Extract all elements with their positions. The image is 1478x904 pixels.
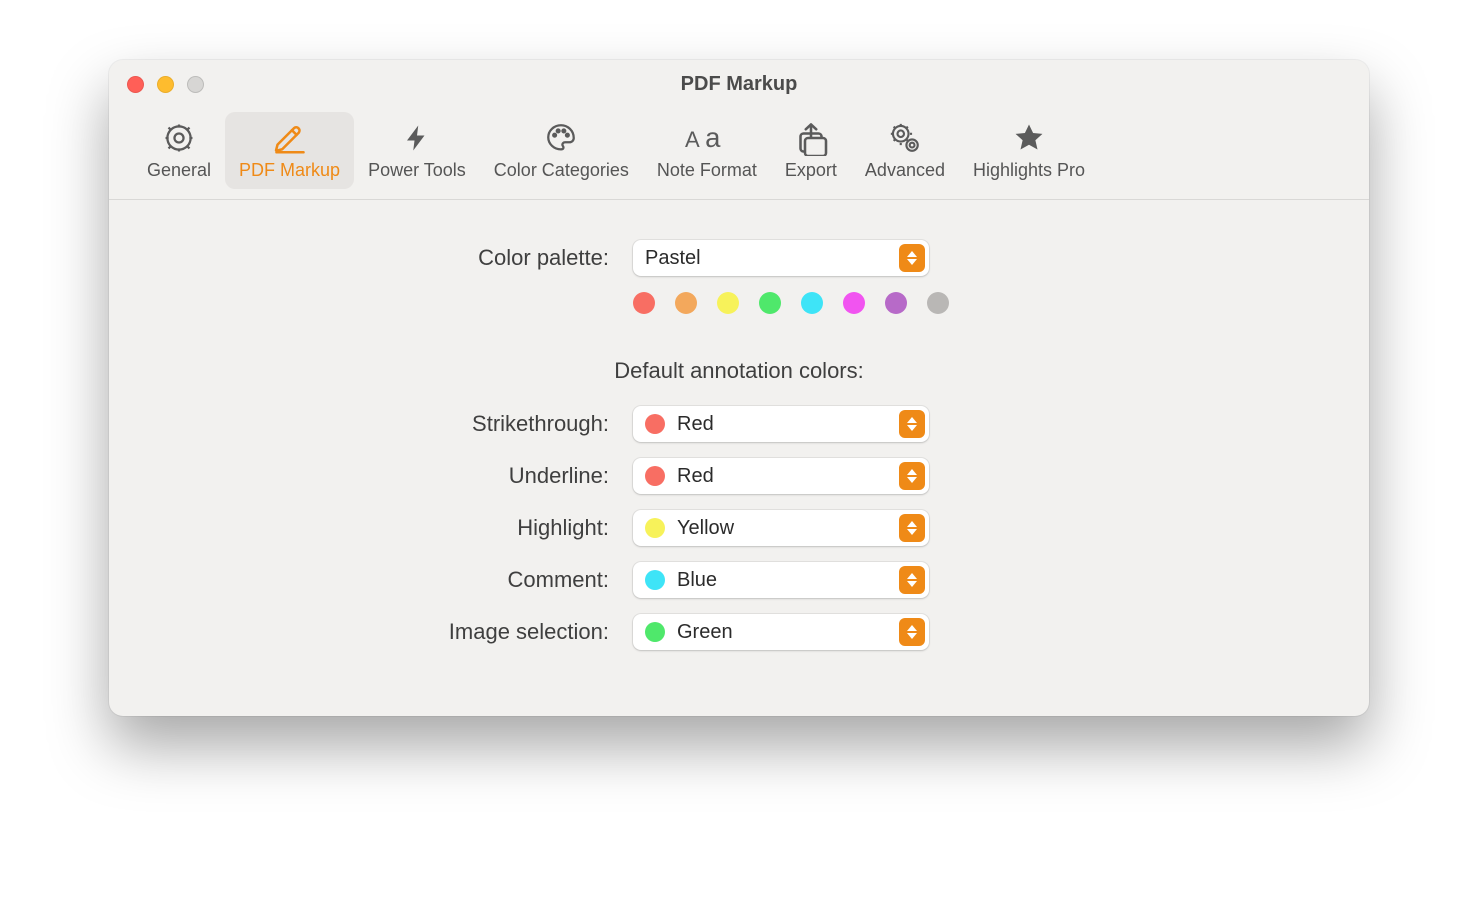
image-selection-dropdown[interactable]: Green: [633, 614, 929, 650]
color-palette-dropdown[interactable]: Pastel: [633, 240, 929, 276]
minimize-window-button[interactable]: [157, 76, 174, 93]
comment-label: Comment:: [149, 567, 609, 593]
strikethrough-value: Red: [677, 413, 899, 436]
titlebar: PDF Markup: [109, 60, 1369, 108]
tab-color-categories-label: Color Categories: [494, 160, 629, 181]
image-selection-row: Image selection: Green: [149, 614, 1329, 650]
export-icon: [793, 118, 829, 158]
palette-swatch: [801, 292, 823, 314]
text-format-icon: A a: [685, 118, 729, 158]
palette-swatch: [675, 292, 697, 314]
default-colors-heading: Default annotation colors:: [149, 358, 1329, 384]
highlight-value: Yellow: [677, 517, 899, 540]
tab-pdf-markup-label: PDF Markup: [239, 160, 340, 181]
color-palette-value: Pastel: [645, 247, 899, 270]
zoom-window-button[interactable]: [187, 76, 204, 93]
window-controls: [127, 76, 204, 93]
dropdown-stepper-icon: [899, 462, 925, 490]
color-palette-row: Color palette: Pastel: [149, 240, 1329, 276]
tab-pdf-markup[interactable]: PDF Markup: [225, 112, 354, 189]
highlight-dropdown[interactable]: Yellow: [633, 510, 929, 546]
strikethrough-row: Strikethrough: Red: [149, 406, 1329, 442]
close-window-button[interactable]: [127, 76, 144, 93]
underline-value: Red: [677, 465, 899, 488]
tab-power-tools-label: Power Tools: [368, 160, 466, 181]
tab-advanced-label: Advanced: [865, 160, 945, 181]
gear-icon: [162, 118, 196, 158]
palette-swatch: [885, 292, 907, 314]
content-area: Color palette: Pastel Default annotation…: [109, 200, 1369, 716]
palette-icon: [541, 118, 581, 158]
dropdown-stepper-icon: [899, 410, 925, 438]
gears-icon: [885, 118, 925, 158]
tab-general[interactable]: General: [133, 112, 225, 189]
dropdown-stepper-icon: [899, 618, 925, 646]
underline-row: Underline: Red: [149, 458, 1329, 494]
strikethrough-label: Strikethrough:: [149, 411, 609, 437]
tab-power-tools[interactable]: Power Tools: [354, 112, 480, 189]
comment-value: Blue: [677, 569, 899, 592]
image-selection-value: Green: [677, 621, 899, 644]
palette-swatch: [843, 292, 865, 314]
strikethrough-dropdown[interactable]: Red: [633, 406, 929, 442]
dropdown-stepper-icon: [899, 566, 925, 594]
color-swatch-icon: [645, 570, 665, 590]
tab-note-format-label: Note Format: [657, 160, 757, 181]
color-palette-label: Color palette:: [149, 245, 609, 271]
tab-export-label: Export: [785, 160, 837, 181]
preferences-window: PDF Markup General PDF Markup: [109, 60, 1369, 716]
tab-color-categories[interactable]: Color Categories: [480, 112, 643, 189]
star-icon: [1011, 118, 1047, 158]
palette-swatches: [633, 292, 1329, 314]
tab-highlights-pro-label: Highlights Pro: [973, 160, 1085, 181]
color-swatch-icon: [645, 466, 665, 486]
color-swatch-icon: [645, 518, 665, 538]
bolt-icon: [402, 118, 432, 158]
tab-highlights-pro[interactable]: Highlights Pro: [959, 112, 1099, 189]
palette-swatch: [633, 292, 655, 314]
highlight-row: Highlight: Yellow: [149, 510, 1329, 546]
palette-swatch: [927, 292, 949, 314]
dropdown-stepper-icon: [899, 514, 925, 542]
pencil-icon: [272, 118, 308, 158]
color-swatch-icon: [645, 622, 665, 642]
comment-dropdown[interactable]: Blue: [633, 562, 929, 598]
color-swatch-icon: [645, 414, 665, 434]
highlight-label: Highlight:: [149, 515, 609, 541]
svg-text:a: a: [705, 122, 721, 153]
underline-dropdown[interactable]: Red: [633, 458, 929, 494]
underline-label: Underline:: [149, 463, 609, 489]
comment-row: Comment: Blue: [149, 562, 1329, 598]
window-title: PDF Markup: [681, 73, 798, 96]
tab-advanced[interactable]: Advanced: [851, 112, 959, 189]
preferences-toolbar: General PDF Markup Power Tools: [109, 108, 1369, 200]
image-selection-label: Image selection:: [149, 619, 609, 645]
tab-general-label: General: [147, 160, 211, 181]
svg-text:A: A: [685, 127, 700, 152]
tab-note-format[interactable]: A a Note Format: [643, 112, 771, 189]
palette-swatch: [759, 292, 781, 314]
dropdown-stepper-icon: [899, 244, 925, 272]
tab-export[interactable]: Export: [771, 112, 851, 189]
palette-swatch: [717, 292, 739, 314]
